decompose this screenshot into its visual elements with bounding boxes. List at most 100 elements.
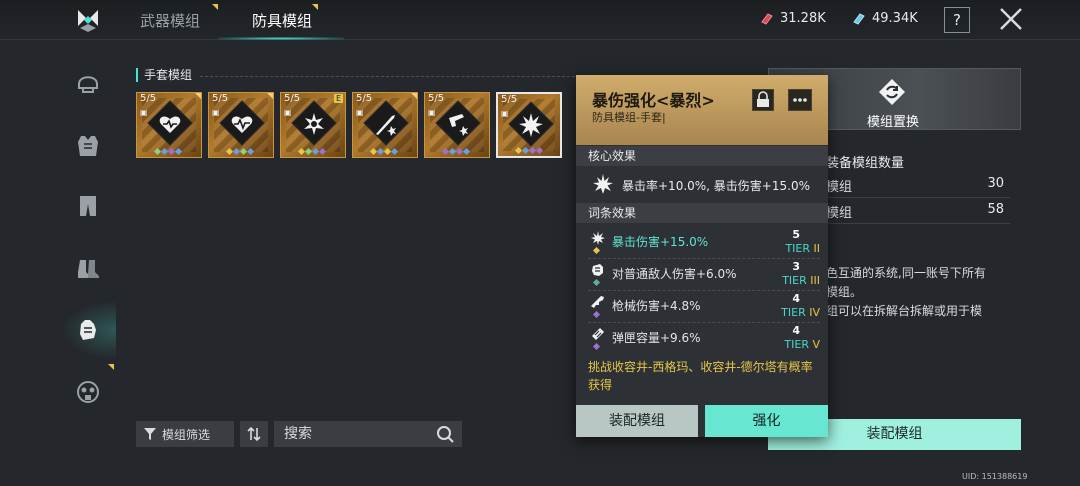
popup-subtitle: 防具模组-手套| (592, 111, 666, 124)
lock-button[interactable] (752, 89, 774, 111)
description-line: 组可以在拆解台拆解或用于模 (826, 304, 983, 318)
currency-blue[interactable]: 49.34K (852, 11, 918, 26)
section-title: 手套模组 (136, 68, 192, 82)
affix-tier-number: 3 (792, 260, 800, 273)
affix-quality-gem (592, 246, 601, 255)
module-card[interactable]: 5/5 ▣ (136, 92, 202, 158)
currency-red-value: 31.28K (780, 11, 826, 26)
top-bar: 武器模组 防具模组 31.28K 49.34K ? (0, 0, 1080, 40)
equipment-slot-nav (60, 40, 116, 486)
heartbeat-icon (231, 116, 253, 133)
lock-icon: ▣ (501, 109, 509, 118)
leg-armor-icon[interactable] (74, 192, 102, 220)
tier-roman: IV (809, 306, 820, 319)
module-count: 5/5 (284, 93, 301, 104)
module-card[interactable]: 5/5 ▣ (424, 92, 490, 158)
affix-text: 弹匣容量+9.6% (612, 331, 701, 345)
lock-icon: ▣ (284, 108, 292, 117)
rarity-dots (369, 147, 399, 156)
helmet-icon[interactable] (74, 68, 102, 96)
stat-value: 30 (987, 176, 1004, 191)
affix-tier: TIER IV (781, 306, 820, 319)
currency-red[interactable]: 31.28K (760, 11, 826, 26)
module-detail-popup: 暴伤强化<暴烈> 防具模组-手套| 核心效果 暴击率+10.0%, 暴击伤害+1… (576, 75, 828, 437)
stat-title: 装备模组数量 (826, 156, 905, 171)
acquisition-source-text: 挑战收容井-西格玛、收容井-德尔塔有概率获得 (588, 360, 813, 392)
module-filter-button[interactable]: 模组筛选 (136, 421, 234, 447)
affix-text: 对普通敌人伤害+6.0% (612, 267, 737, 281)
affix-tier-number: 4 (792, 292, 800, 305)
affix-tier: TIER III (782, 274, 820, 287)
module-card[interactable]: 5/5 ▣ (208, 92, 274, 158)
rarity-dots (297, 147, 327, 156)
tab-new-marker (312, 4, 318, 10)
affix-tier: TIER II (785, 242, 820, 255)
affix-row: 对普通敌人伤害+6.0% 3 TIER III (588, 259, 820, 291)
card-corner-marker (267, 93, 273, 99)
affix-row: 暴击伤害+15.0% 5 TIER II (588, 227, 820, 259)
description-line: 色互通的系统,同一账号下所有 (826, 266, 986, 280)
tier-label: TIER (782, 274, 807, 287)
affix-text: 枪械伤害+4.8% (612, 299, 701, 313)
module-card[interactable]: 5/5 ▣ (352, 92, 418, 158)
blade-shuriken-icon (376, 115, 396, 136)
popup-equip-button[interactable]: 装配模组 (576, 405, 698, 437)
tab-new-marker (212, 4, 218, 10)
popup-title: 暴伤强化<暴烈> (592, 91, 715, 110)
help-button[interactable]: ? (944, 7, 970, 33)
upgrade-button[interactable]: 强化 (705, 405, 828, 437)
magazine-icon (592, 328, 604, 340)
padlock-icon (757, 91, 769, 107)
fist-icon (592, 264, 603, 276)
affix-row: 弹匣容量+9.6% 4 TIER V (588, 323, 820, 355)
rarity-dots (441, 147, 471, 156)
lock-icon: ▣ (428, 108, 436, 117)
game-logo-icon (78, 10, 98, 32)
sort-button[interactable] (240, 421, 268, 447)
lock-icon: ▣ (212, 108, 220, 117)
popup-header: 暴伤强化<暴烈> 防具模组-手套| (576, 75, 828, 145)
affix-tier-number: 5 (792, 228, 800, 241)
module-card-selected[interactable]: 5/5 ▣ (496, 92, 562, 158)
sort-icon (247, 426, 261, 442)
blue-crystal-icon (853, 12, 865, 25)
rarity-dots (153, 147, 183, 156)
heart-icon (159, 116, 181, 133)
lock-icon: ▣ (140, 108, 148, 117)
module-count: 5/5 (428, 93, 445, 104)
affix-quality-gem (592, 278, 601, 287)
stat-row: 模组 58 (826, 198, 1010, 224)
module-count: 5/5 (140, 93, 157, 104)
red-crystal-icon (761, 12, 773, 25)
rarity-dots (225, 147, 255, 156)
explosion-icon (519, 113, 543, 137)
more-options-button[interactable] (788, 89, 812, 111)
search-icon[interactable] (436, 425, 454, 443)
gas-mask-icon[interactable] (74, 378, 102, 406)
module-card[interactable]: 5/5 ▣ E (280, 92, 346, 158)
tier-label: TIER (784, 338, 809, 351)
close-icon[interactable] (998, 6, 1024, 32)
glove-icon[interactable] (74, 316, 102, 344)
tab-weapon-modules[interactable]: 武器模组 (140, 10, 200, 31)
boots-icon[interactable] (74, 254, 102, 282)
affix-quality-gem (592, 342, 601, 351)
section-divider (200, 76, 575, 77)
stat-row: 模组 30 (826, 172, 1010, 198)
module-count: 5/5 (501, 94, 518, 105)
affix-row: 枪械伤害+4.8% 4 TIER IV (588, 291, 820, 323)
core-effect-row: 暴击率+10.0%, 暴击伤害+15.0% (576, 171, 828, 201)
affix-tier-number: 4 (792, 324, 800, 337)
module-badge: E (333, 94, 343, 103)
module-count: 5/5 (212, 93, 229, 104)
core-effect-text: 暴击率+10.0%, 暴击伤害+15.0% (622, 179, 810, 193)
search-input[interactable]: 搜索 (274, 421, 462, 447)
filter-label: 模组筛选 (162, 427, 211, 442)
tab-armor-modules[interactable]: 防具模组 (252, 10, 312, 31)
affix-quality-gem (592, 310, 601, 319)
nav-new-marker (108, 364, 114, 370)
swap-label: 模组置换 (867, 115, 920, 130)
armor-vest-icon[interactable] (74, 132, 102, 160)
ellipsis-icon (793, 98, 807, 102)
explosion-icon (593, 174, 613, 194)
